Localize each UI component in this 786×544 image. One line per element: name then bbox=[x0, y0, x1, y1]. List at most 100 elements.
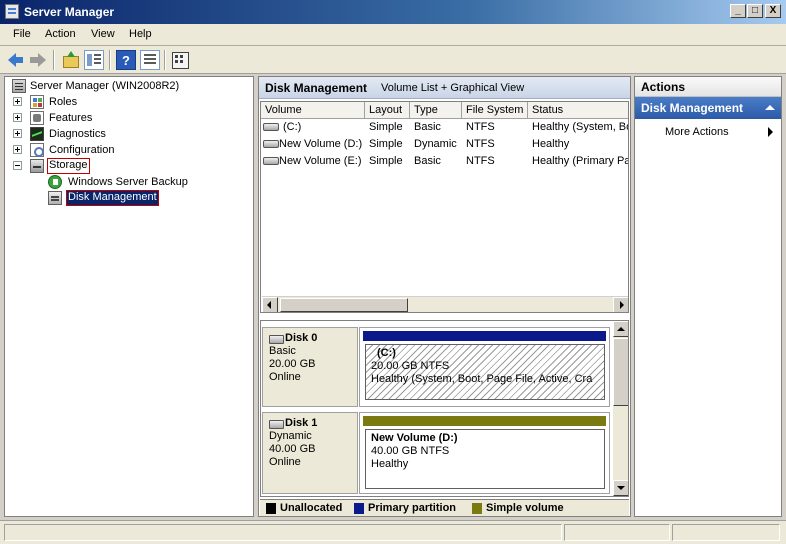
cell-status: Healthy bbox=[532, 138, 570, 150]
scroll-up-icon[interactable] bbox=[613, 321, 628, 337]
tree-item-label: Diagnostics bbox=[49, 128, 106, 140]
partition-d[interactable]: New Volume (D:) 40.00 GB NTFS Healthy bbox=[365, 429, 605, 489]
status-bar bbox=[0, 520, 786, 544]
tree-item-label: Disk Management bbox=[66, 190, 159, 206]
actions-pane: Actions Disk Management More Actions bbox=[634, 76, 782, 517]
window-title: Server Manager bbox=[24, 5, 115, 19]
disk-1-label[interactable]: Disk 1 Dynamic 40.00 GB Online bbox=[262, 412, 358, 494]
more-actions-item[interactable]: More Actions bbox=[635, 123, 781, 141]
action-label: More Actions bbox=[665, 126, 729, 138]
disk-1-partitions: New Volume (D:) 40.00 GB NTFS Healthy bbox=[359, 412, 610, 494]
disk-name: Disk 1 bbox=[269, 417, 351, 430]
partition-status: Healthy bbox=[371, 458, 409, 470]
center-subtitle: Volume List + Graphical View bbox=[381, 82, 525, 94]
partition-c[interactable]: (C:) 20.00 GB NTFS Healthy (System, Boot… bbox=[365, 344, 605, 400]
primary-partition-bar bbox=[363, 331, 606, 341]
disk-management-icon bbox=[48, 191, 62, 205]
partition-name: New Volume (D:) bbox=[371, 432, 458, 444]
minimize-button[interactable]: _ bbox=[730, 4, 746, 18]
cell-type: Basic bbox=[414, 155, 441, 167]
scroll-down-icon[interactable] bbox=[613, 480, 628, 496]
expand-diagnostics-icon[interactable] bbox=[13, 129, 22, 138]
tree-item-label: Roles bbox=[49, 96, 78, 108]
volume-list[interactable]: Volume Layout Type File System Status (C… bbox=[260, 101, 629, 313]
legend-simple-volume: Simple volume bbox=[472, 502, 564, 515]
column-header-file-system[interactable]: File System bbox=[462, 102, 528, 119]
back-arrow-icon[interactable] bbox=[6, 50, 26, 70]
up-one-level-icon[interactable] bbox=[60, 50, 80, 70]
scroll-left-icon[interactable] bbox=[262, 297, 278, 312]
horizontal-scrollbar[interactable] bbox=[262, 296, 628, 312]
backup-icon bbox=[48, 175, 62, 189]
actions-section-disk-management[interactable]: Disk Management bbox=[635, 97, 781, 119]
actions-section-label: Disk Management bbox=[641, 101, 744, 115]
legend-label: Primary partition bbox=[368, 502, 457, 514]
graphical-view[interactable]: Disk 0 Basic 20.00 GB Online (C:) 20.00 … bbox=[260, 320, 629, 497]
menu-action[interactable]: Action bbox=[45, 28, 76, 40]
simple-volume-swatch bbox=[472, 503, 482, 514]
partition-size: 40.00 GB NTFS bbox=[371, 445, 450, 457]
disk-management-pane: Disk Management Volume List + Graphical … bbox=[258, 76, 631, 517]
toolbar-separator bbox=[109, 50, 110, 70]
actions-header: Actions bbox=[635, 77, 781, 97]
cell-volume: (C:) bbox=[283, 121, 302, 133]
column-header-type[interactable]: Type bbox=[410, 102, 462, 119]
scroll-right-icon[interactable] bbox=[613, 297, 628, 312]
features-icon bbox=[30, 111, 44, 125]
server-icon bbox=[12, 79, 26, 93]
partition-size: 20.00 GB NTFS bbox=[371, 360, 450, 372]
cell-file-system: NTFS bbox=[466, 138, 495, 150]
legend-label: Simple volume bbox=[486, 502, 564, 514]
status-cell-2 bbox=[564, 524, 670, 541]
console-tree[interactable]: Server Manager (WIN2008R2) Roles Feature… bbox=[4, 76, 254, 517]
server-manager-icon bbox=[5, 4, 19, 19]
menu-file[interactable]: File bbox=[13, 28, 31, 40]
cell-layout: Simple bbox=[369, 138, 403, 150]
maximize-button[interactable]: □ bbox=[747, 4, 763, 18]
storage-icon bbox=[30, 159, 44, 173]
cell-file-system: NTFS bbox=[466, 155, 495, 167]
title-bar[interactable]: Server Manager _ □ X bbox=[0, 0, 786, 24]
menu-bar: File Action View Help bbox=[0, 24, 786, 46]
disk-0-partitions: (C:) 20.00 GB NTFS Healthy (System, Boot… bbox=[359, 327, 610, 407]
help-icon[interactable]: ? bbox=[116, 50, 136, 70]
expand-roles-icon[interactable] bbox=[13, 97, 22, 106]
expand-features-icon[interactable] bbox=[13, 113, 22, 122]
center-title: Disk Management bbox=[265, 81, 368, 95]
legend-primary-partition: Primary partition bbox=[354, 502, 456, 515]
configuration-icon bbox=[30, 143, 44, 157]
column-header-layout[interactable]: Layout bbox=[365, 102, 410, 119]
tree-item-label: Features bbox=[49, 112, 93, 124]
scroll-thumb[interactable] bbox=[280, 298, 408, 312]
collapse-up-icon[interactable] bbox=[765, 105, 775, 110]
disk-0-label[interactable]: Disk 0 Basic 20.00 GB Online bbox=[262, 327, 358, 407]
roles-icon bbox=[30, 95, 44, 109]
close-button[interactable]: X bbox=[765, 4, 781, 18]
disk-state: Online bbox=[269, 371, 301, 383]
legend-label: Unallocated bbox=[280, 502, 343, 514]
column-header-volume[interactable]: Volume bbox=[261, 102, 365, 119]
properties-icon[interactable] bbox=[140, 50, 160, 70]
toolbar-separator bbox=[53, 50, 54, 70]
cell-volume: New Volume (E:) bbox=[279, 155, 362, 167]
scroll-thumb[interactable] bbox=[613, 338, 628, 406]
submenu-arrow-icon bbox=[768, 127, 773, 137]
snap-in-icon[interactable] bbox=[170, 50, 190, 70]
expand-configuration-icon[interactable] bbox=[13, 145, 22, 154]
tree-root-label: Server Manager (WIN2008R2) bbox=[30, 80, 180, 92]
menu-view[interactable]: View bbox=[91, 28, 115, 40]
menu-help[interactable]: Help bbox=[129, 28, 152, 40]
vertical-scrollbar[interactable] bbox=[613, 321, 628, 496]
tree-item-label: Storage bbox=[47, 158, 90, 174]
column-header-status[interactable]: Status bbox=[528, 102, 628, 119]
collapse-storage-icon[interactable] bbox=[13, 161, 22, 170]
cell-type: Basic bbox=[414, 121, 441, 133]
legend: Unallocated Primary partition Simple vol… bbox=[260, 499, 629, 516]
forward-arrow-icon[interactable] bbox=[28, 50, 48, 70]
simple-volume-bar bbox=[363, 416, 606, 426]
cell-layout: Simple bbox=[369, 121, 403, 133]
toolbar: ? bbox=[0, 46, 786, 74]
legend-unallocated: Unallocated bbox=[266, 502, 342, 515]
show-hide-console-tree-icon[interactable] bbox=[84, 50, 104, 70]
cell-status: Healthy (System, Bo bbox=[532, 121, 629, 133]
